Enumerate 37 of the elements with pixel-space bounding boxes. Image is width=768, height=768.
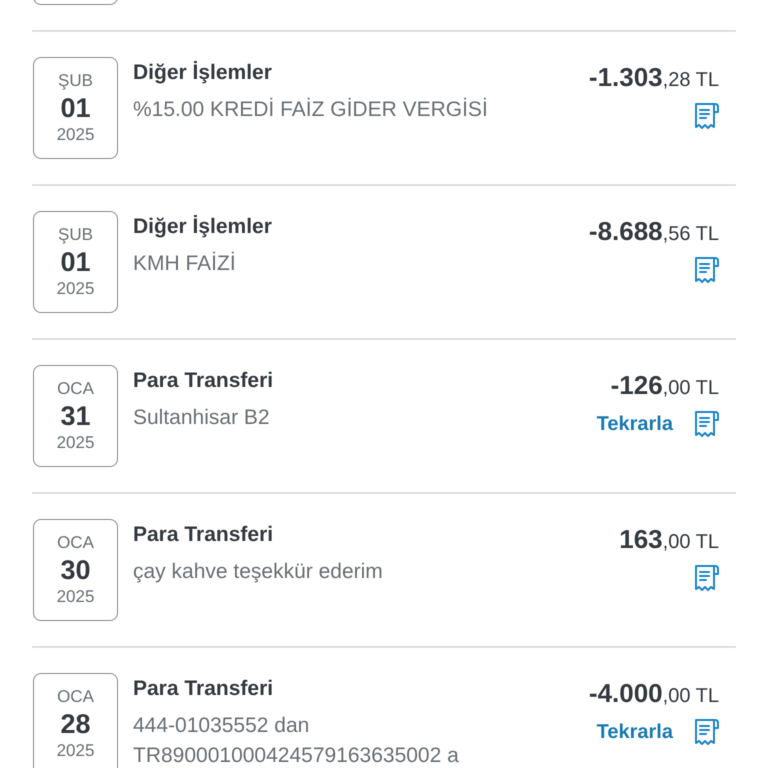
receipt-icon[interactable] (693, 256, 719, 284)
date-month: ŞUB (58, 70, 93, 92)
transaction-amount: -126,00 TL (610, 369, 719, 402)
transaction-amount: -8.688,56 TL (588, 215, 719, 248)
date-day: 31 (60, 400, 91, 432)
receipt-icon[interactable] (693, 718, 719, 746)
date-month: OCA (57, 378, 94, 400)
repeat-link[interactable]: Tekrarla (596, 718, 673, 746)
date-year: 2025 (56, 278, 94, 300)
transaction-description: Sultanhisar B2 (133, 405, 271, 431)
date-day: 01 (60, 246, 91, 278)
transaction-amount: 163,00 TL (619, 523, 719, 556)
transaction-description: çay kahve teşekkür ederim (133, 559, 384, 585)
transaction-amount: -1.303,28 TL (588, 61, 719, 94)
receipt-icon[interactable] (693, 410, 719, 438)
date-day: 28 (60, 708, 91, 740)
transaction-title: Para Transferi (133, 522, 274, 548)
date-day: 30 (60, 554, 91, 586)
transaction-title: Diğer İşlemler (133, 214, 273, 240)
transaction-description: 444-01035552 dan TR890001000424579163635002 a (133, 713, 460, 768)
date-month: ŞUB (58, 224, 93, 246)
date-month: OCA (57, 686, 94, 708)
transaction-title: Para Transferi (133, 676, 274, 702)
date-year: 2025 (56, 432, 94, 454)
receipt-icon[interactable] (693, 564, 719, 592)
transaction-title: Diğer İşlemler (133, 60, 273, 86)
receipt-icon[interactable] (693, 102, 719, 130)
transaction-description: %15.00 KREDİ FAİZ GİDER VERGİSİ (133, 96, 489, 123)
date-month: OCA (57, 532, 94, 554)
date-day: 01 (60, 92, 91, 124)
date-year: 2025 (56, 740, 94, 762)
transaction-description: KMH FAİZİ (133, 250, 237, 277)
transaction-title: Para Transferi (133, 368, 274, 394)
repeat-link[interactable]: Tekrarla (596, 410, 673, 438)
transaction-amount: -4.000,00 TL (588, 677, 719, 710)
date-year: 2025 (56, 586, 94, 608)
date-year: 2025 (56, 124, 94, 146)
